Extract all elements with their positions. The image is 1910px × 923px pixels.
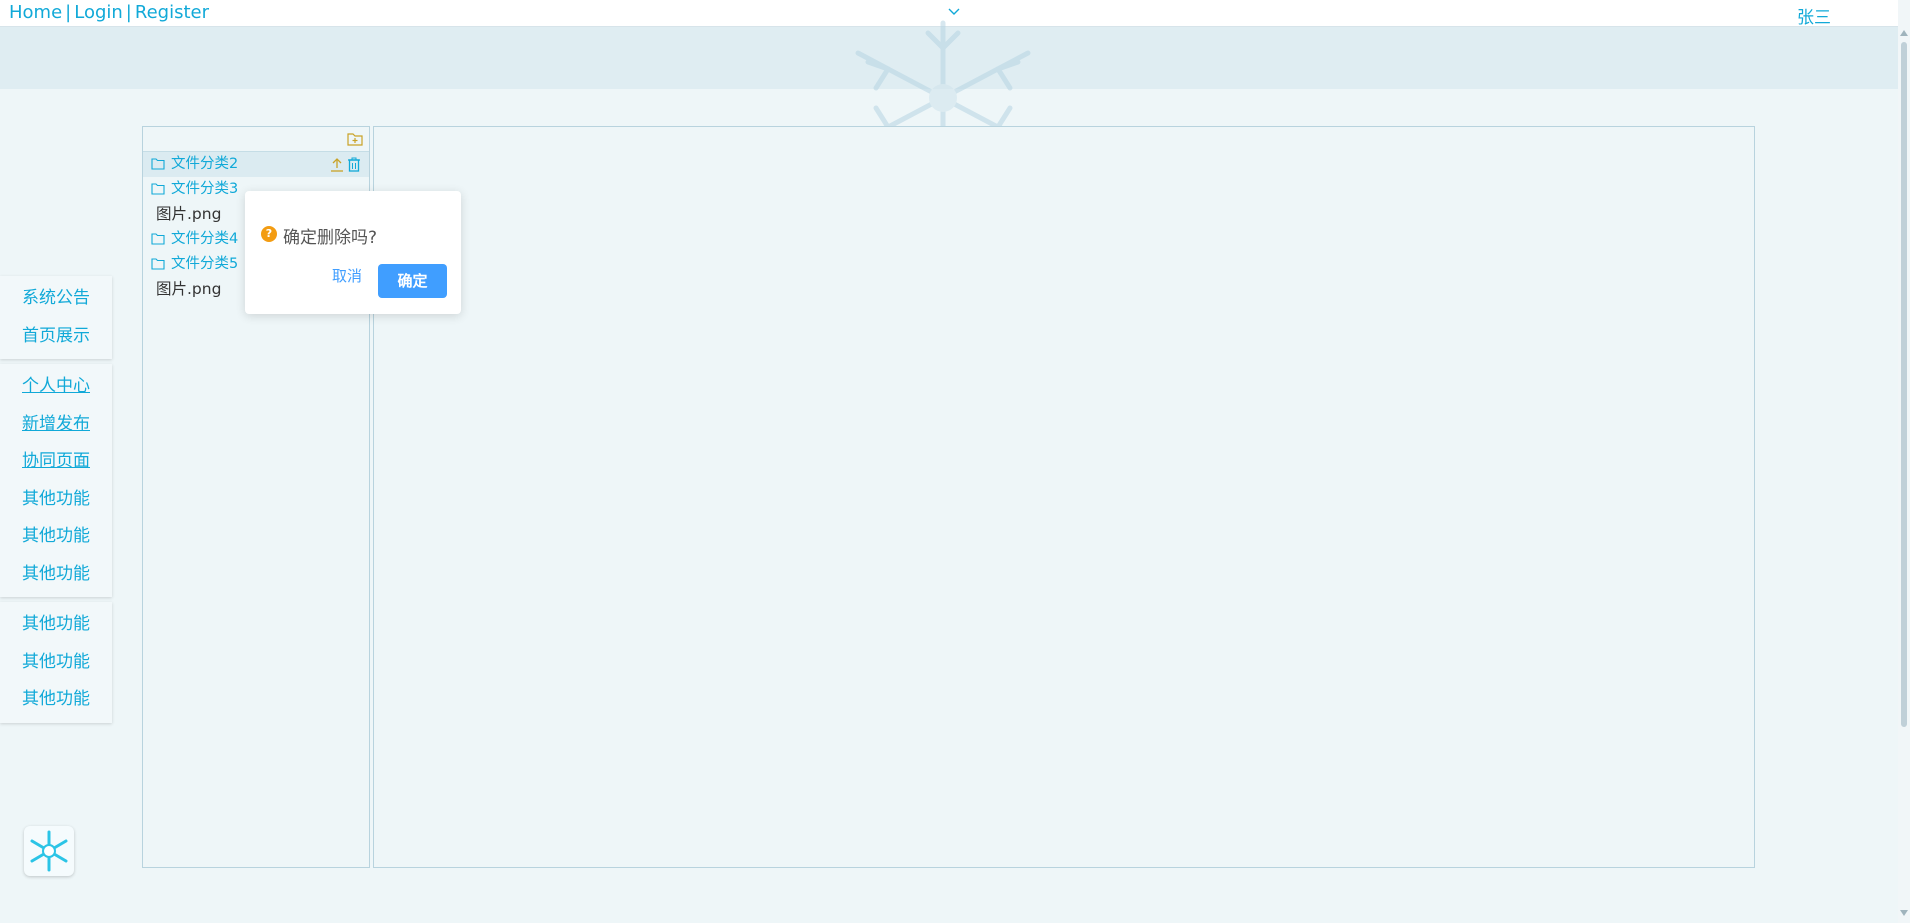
login-link[interactable]: Login: [74, 2, 123, 23]
tree-folder-row[interactable]: 文件分类2: [143, 152, 369, 177]
nav-separator: |: [125, 2, 132, 23]
chevron-down-icon[interactable]: [948, 6, 960, 18]
trash-icon[interactable]: [347, 157, 361, 172]
sidebar-item-other[interactable]: 其他功能: [0, 518, 112, 556]
sidebar-item-other[interactable]: 其他功能: [0, 644, 112, 682]
sidebar-item-other[interactable]: 其他功能: [0, 556, 112, 594]
sidebar-group: 其他功能 其他功能 其他功能: [0, 602, 112, 723]
question-icon: ?: [261, 226, 277, 242]
scroll-down-arrow[interactable]: [1900, 910, 1908, 916]
sidebar-group: 系统公告 首页展示: [0, 276, 112, 359]
folder-label: 文件分类4: [171, 231, 239, 247]
new-folder-icon[interactable]: [347, 131, 363, 147]
sidebar-item-other[interactable]: 其他功能: [0, 681, 112, 719]
confirm-message: 确定删除吗?: [283, 228, 378, 248]
sidebar-item-collaboration[interactable]: 协同页面: [0, 443, 112, 481]
tree-toolbar: [143, 127, 369, 152]
folder-label: 文件分类2: [171, 156, 239, 172]
scroll-thumb[interactable]: [1901, 42, 1907, 727]
folder-icon: [151, 183, 165, 195]
sidebar-item-new-publish[interactable]: 新增发布: [0, 406, 112, 444]
register-link[interactable]: Register: [135, 2, 209, 23]
snowflake-icon: [30, 830, 68, 872]
main-content-panel: [373, 126, 1755, 868]
confirm-button[interactable]: 确定: [378, 264, 447, 298]
nav-separator: |: [65, 2, 72, 23]
folder-icon: [151, 258, 165, 270]
sidebar-item-home-display[interactable]: 首页展示: [0, 318, 112, 356]
cancel-button[interactable]: 取消: [332, 265, 362, 286]
folder-icon: [151, 233, 165, 245]
home-link[interactable]: Home: [9, 2, 62, 23]
scroll-up-arrow[interactable]: [1900, 30, 1908, 36]
sidebar-group: 个人中心 新增发布 协同页面 其他功能 其他功能 其他功能: [0, 364, 112, 597]
top-nav: Home | Login | Register: [9, 2, 209, 23]
sidebar-item-personal-center[interactable]: 个人中心: [0, 368, 112, 406]
sidebar: 系统公告 首页展示 个人中心 新增发布 协同页面 其他功能 其他功能 其他功能 …: [0, 276, 112, 728]
sidebar-item-other[interactable]: 其他功能: [0, 481, 112, 519]
sidebar-item-announcements[interactable]: 系统公告: [0, 280, 112, 318]
upload-icon[interactable]: [330, 157, 344, 172]
delete-confirm-popover: ? 确定删除吗? 取消 确定: [245, 191, 461, 314]
folder-icon: [151, 158, 165, 170]
scrollbar[interactable]: [1898, 0, 1910, 923]
avatar[interactable]: [24, 826, 74, 876]
user-name[interactable]: 张三: [1797, 3, 1831, 28]
folder-label: 文件分类3: [171, 181, 239, 197]
folder-label: 文件分类5: [171, 256, 239, 272]
sidebar-item-other[interactable]: 其他功能: [0, 606, 112, 644]
